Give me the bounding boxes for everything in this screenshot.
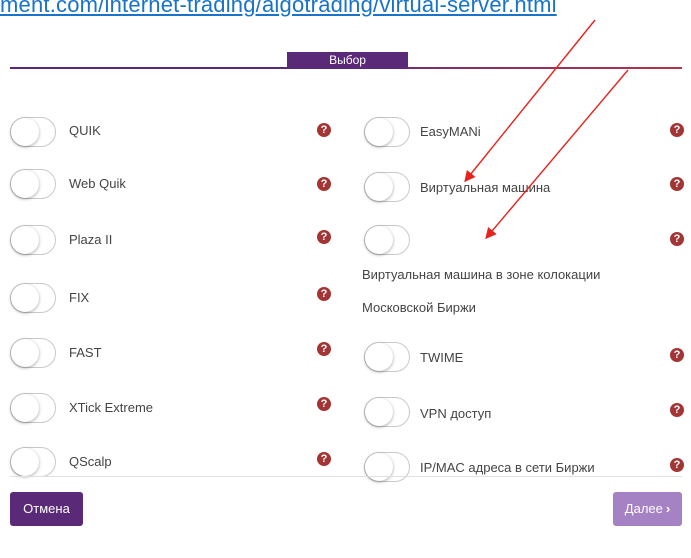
toggle-twime[interactable] bbox=[364, 342, 410, 372]
toggle-vpn-access[interactable] bbox=[364, 397, 410, 427]
help-icon[interactable]: ? bbox=[317, 452, 331, 466]
option-description-line-2: Московской Биржи bbox=[362, 300, 476, 315]
next-button-label: Далее bbox=[624, 501, 663, 516]
cancel-button[interactable]: Отмена bbox=[10, 492, 83, 526]
help-icon[interactable]: ? bbox=[670, 177, 684, 191]
toggle-virtual-machine[interactable] bbox=[364, 172, 410, 202]
option-label-easymani: EasyMANi bbox=[420, 124, 481, 139]
option-label-web-quik: Web Quik bbox=[69, 176, 126, 191]
toggle-knob bbox=[365, 173, 393, 201]
help-icon[interactable]: ? bbox=[670, 458, 684, 472]
option-label-twime: TWIME bbox=[420, 350, 464, 365]
annotation-arrow bbox=[485, 69, 629, 240]
help-icon[interactable]: ? bbox=[317, 342, 331, 356]
toggle-web-quik[interactable] bbox=[10, 169, 56, 199]
toggle-fix[interactable] bbox=[10, 283, 56, 313]
help-icon[interactable]: ? bbox=[670, 123, 684, 137]
option-label-xtick-extreme: XTick Extreme bbox=[69, 400, 154, 415]
help-icon[interactable]: ? bbox=[670, 403, 684, 417]
chevron-right-icon: › bbox=[665, 501, 671, 516]
toggle-knob bbox=[11, 339, 39, 367]
footer-divider bbox=[10, 476, 682, 477]
toggle-xtick-extreme[interactable] bbox=[10, 393, 56, 423]
annotation-arrow bbox=[464, 19, 596, 183]
help-icon[interactable]: ? bbox=[317, 230, 331, 244]
toggle-knob bbox=[365, 226, 393, 254]
toggle-knob bbox=[365, 398, 393, 426]
help-icon[interactable]: ? bbox=[317, 397, 331, 411]
toggle-knob bbox=[11, 284, 39, 312]
option-label-quik: QUIK bbox=[69, 123, 101, 138]
toggle-knob bbox=[11, 448, 39, 476]
toggle-fast[interactable] bbox=[10, 338, 56, 368]
toggle-qscalp[interactable] bbox=[10, 447, 56, 477]
toggle-knob bbox=[11, 226, 39, 254]
option-label-qscalp: QScalp bbox=[69, 454, 112, 469]
option-label-plaza-ii: Plaza II bbox=[69, 232, 113, 247]
option-description-line-1: Виртуальная машина в зоне колокации bbox=[362, 267, 601, 282]
toggle-knob bbox=[11, 170, 39, 198]
help-icon[interactable]: ? bbox=[670, 232, 684, 246]
toggle-knob bbox=[11, 394, 39, 422]
toggle-plaza-ii[interactable] bbox=[10, 225, 56, 255]
help-icon[interactable]: ? bbox=[317, 177, 331, 191]
next-button[interactable]: Далее › bbox=[613, 492, 682, 526]
toggle-knob bbox=[365, 343, 393, 371]
toggle-quik[interactable] bbox=[10, 117, 56, 147]
toggle-ip-mac-addresses[interactable] bbox=[364, 452, 410, 482]
toggle-easymani[interactable] bbox=[364, 117, 410, 147]
toggle-knob bbox=[365, 118, 393, 146]
option-label-ip-mac-addresses: IP/MAC адреса в сети Биржи bbox=[420, 460, 595, 475]
option-label-virtual-machine: Виртуальная машина bbox=[420, 180, 551, 195]
help-icon[interactable]: ? bbox=[317, 287, 331, 301]
service-selection-page: ment.com/internet-trading/algotrading/vi… bbox=[0, 0, 691, 558]
option-label-fix: FIX bbox=[69, 290, 90, 305]
section-title: Выбор bbox=[287, 52, 408, 69]
help-icon[interactable]: ? bbox=[317, 123, 331, 137]
toggle-knob bbox=[11, 118, 39, 146]
help-icon[interactable]: ? bbox=[670, 348, 684, 362]
option-label-fast: FAST bbox=[69, 345, 102, 360]
toggle-colocation-vm[interactable] bbox=[364, 225, 410, 255]
option-label-vpn-access: VPN доступ bbox=[420, 406, 492, 421]
page-url-link[interactable]: ment.com/internet-trading/algotrading/vi… bbox=[0, 0, 557, 18]
